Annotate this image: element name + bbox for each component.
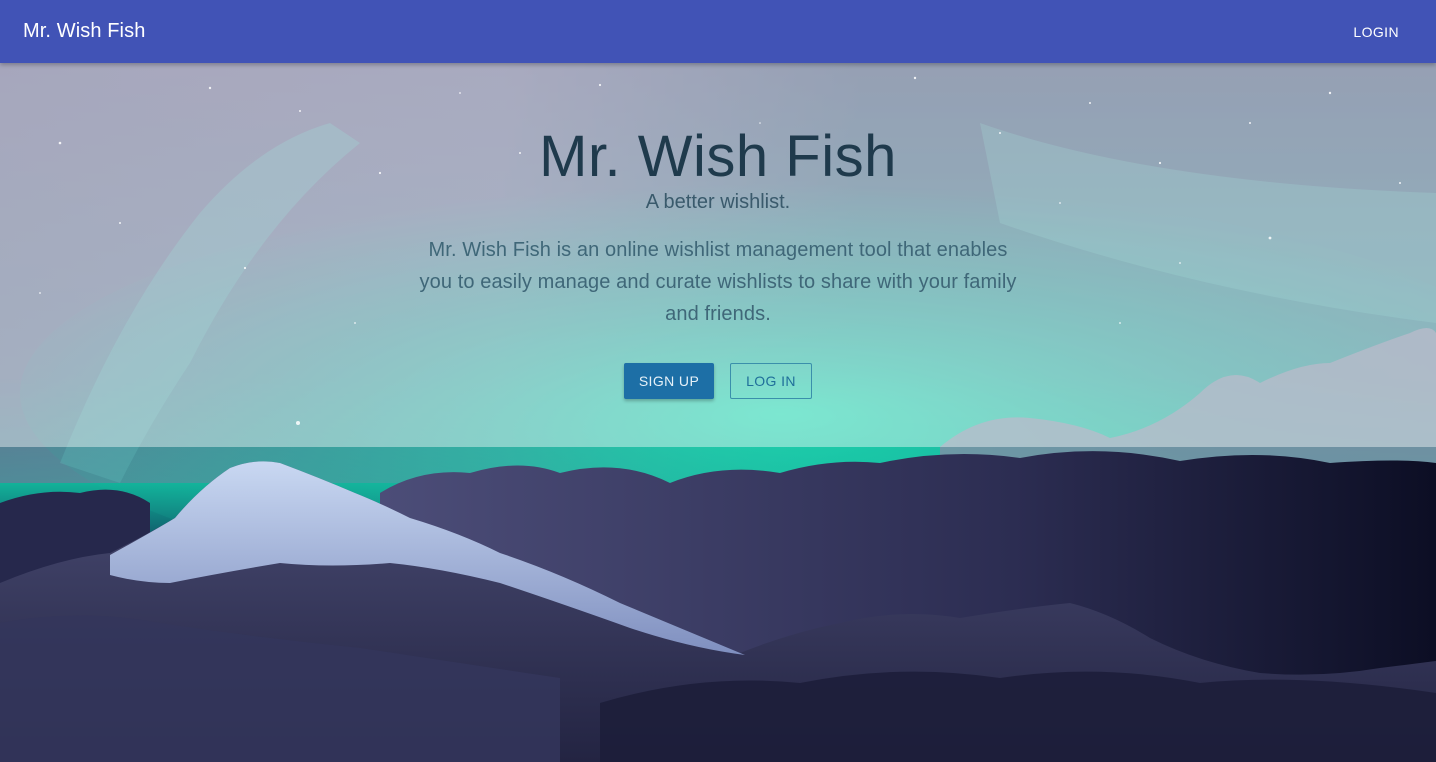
login-button[interactable]: LOG IN: [730, 363, 812, 399]
signup-button[interactable]: SIGN UP: [624, 363, 714, 399]
hero-actions: SIGN UP LOG IN: [0, 363, 1436, 399]
app-title[interactable]: Mr. Wish Fish: [23, 20, 145, 43]
hero-section: Mr. Wish Fish A better wishlist. Mr. Wis…: [0, 63, 1436, 447]
app-bar: Mr. Wish Fish LOGIN: [0, 0, 1436, 63]
hero-title: Mr. Wish Fish: [539, 124, 897, 189]
login-nav-button[interactable]: LOGIN: [1340, 16, 1412, 48]
hero-description: Mr. Wish Fish is an online wishlist mana…: [419, 239, 1017, 325]
hero-subtitle: A better wishlist.: [645, 191, 791, 213]
